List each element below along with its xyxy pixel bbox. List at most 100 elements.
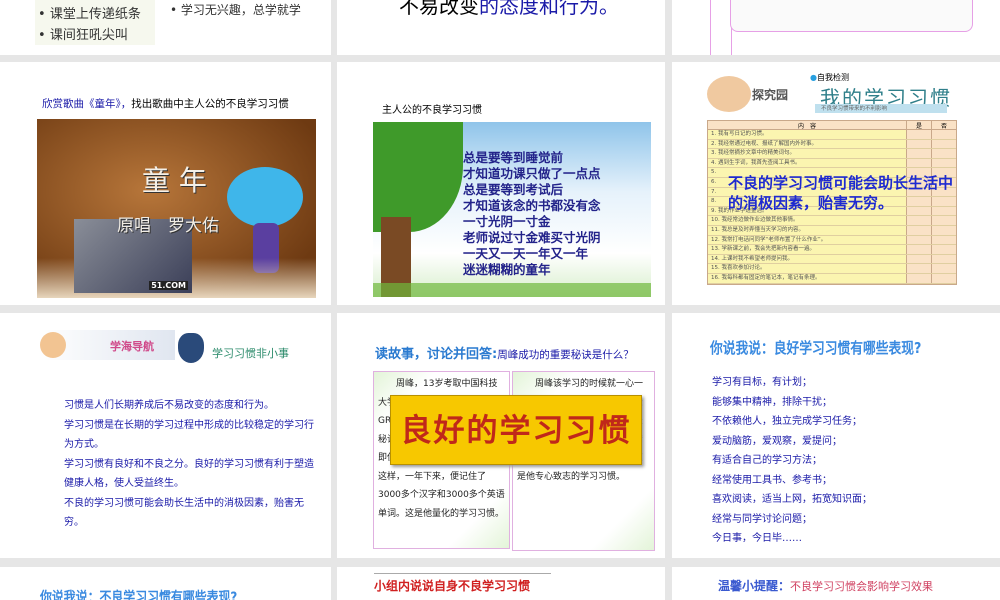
cell-no[interactable] bbox=[931, 139, 956, 149]
slide-title: 欣赏歌曲《童年》，找出歌曲中主人公的不良学习习惯 bbox=[42, 96, 289, 111]
cell-yes[interactable] bbox=[906, 149, 931, 158]
slide-thumbnail[interactable]: 你说我说：不良学习习惯有哪些表现? bbox=[0, 567, 331, 600]
slide-thumbnail[interactable]: • 课堂上传递纸条 • 课间狂吼尖叫 • 学习无兴趣，总学就学 bbox=[0, 0, 331, 55]
cell-yes[interactable] bbox=[906, 158, 931, 168]
title-black: 找出歌曲中主人公的不良学习习惯 bbox=[131, 98, 289, 110]
header-content: 内 容 bbox=[797, 123, 816, 130]
row-content: 2. 我经常通过电视、报纸了解国内外时事。 bbox=[711, 140, 817, 147]
text-blue: 的态度和行为。 bbox=[479, 0, 619, 18]
cell-no[interactable] bbox=[931, 158, 956, 168]
lyric-line: 才知道功课只做了一点点 bbox=[463, 166, 601, 181]
row-content: 16. 我每科都有固定的笔记本，笔记有条理。 bbox=[711, 274, 821, 281]
header-yes: 是 bbox=[906, 121, 931, 130]
kids-illustration bbox=[40, 332, 66, 358]
text-black: 不易改变 bbox=[399, 0, 479, 18]
row-content: 1. 我有写日记的习惯。 bbox=[711, 131, 768, 137]
slide-title: 读故事，讨论并回答:周峰成功的重要秘诀是什么？ bbox=[375, 343, 634, 362]
habit-item: 爱动脑筋，爱观察，爱提问； bbox=[712, 435, 842, 447]
habit-item: 经常与同学讨论问题； bbox=[712, 513, 812, 525]
subtitle: 不良学习惯带来的不利影响 bbox=[815, 104, 947, 113]
bullet-item: • 课间狂吼尖叫 bbox=[38, 28, 128, 43]
cell-yes[interactable] bbox=[906, 273, 931, 283]
slide-thumbnail[interactable]: 小组内说说自身不良学习习惯 bbox=[337, 567, 665, 600]
cell-no[interactable] bbox=[931, 149, 956, 158]
lyric-line: 老师说过寸金难买寸光阴 bbox=[463, 230, 601, 245]
table-row: 16. 我每科都有固定的笔记本，笔记有条理。 bbox=[708, 273, 956, 284]
video-singer: 原唱 罗大佑 bbox=[117, 216, 219, 236]
slide-thumbnail[interactable]: 学海导航 学习习惯非小事 习惯是人们长期养成后不易改变的态度和行为。 学习习惯是… bbox=[0, 313, 331, 558]
cell-yes[interactable] bbox=[906, 216, 931, 225]
cell-yes[interactable] bbox=[906, 264, 931, 273]
table-row: 10. 我经常边做作业边做其他事情。 bbox=[708, 216, 956, 226]
lyric-line: 迷迷糊糊的童年 bbox=[463, 262, 551, 277]
cell-no[interactable] bbox=[931, 254, 956, 264]
paragraph: 不良的学习习惯可能会助长生活中的消极因素，贻害无穷。 bbox=[64, 497, 304, 529]
habit-item: 能够集中精神，排除干扰； bbox=[712, 396, 832, 408]
cell-no[interactable] bbox=[931, 130, 956, 139]
slide-text: 不易改变的态度和行为。 bbox=[399, 0, 619, 19]
cell-yes[interactable] bbox=[906, 130, 931, 139]
slide-thumbnail[interactable]: 主人公的不良学习习惯 总是要等到睡觉前 才知道功课只做了一点点 总是要等到考试后… bbox=[337, 62, 665, 305]
cell-no[interactable] bbox=[931, 235, 956, 245]
cell-no[interactable] bbox=[931, 273, 956, 283]
watermark: 51.COM bbox=[149, 281, 188, 290]
bullet-text: 课堂上传递纸条 bbox=[49, 7, 141, 22]
lyric-line: 才知道该念的书都没有念 bbox=[463, 198, 601, 213]
grass bbox=[373, 283, 651, 297]
cell-yes[interactable] bbox=[906, 139, 931, 149]
slide-thumbnail[interactable]: 欣赏歌曲《童年》，找出歌曲中主人公的不良学习习惯 童 年 51.COM 原唱 罗… bbox=[0, 62, 331, 305]
nav-label: 学海导航 bbox=[110, 340, 154, 353]
scroll-banner bbox=[730, 0, 973, 32]
row-content: 4. 遇到生字词，我首先查阅工具书。 bbox=[711, 159, 801, 166]
tip-text: 不良学习习惯会影响学习效果 bbox=[790, 580, 934, 593]
slide-thumbnail[interactable]: 探究园 ●自我检测 我的学习习惯 不良学习惯带来的不利影响 内 容 是 否 1.… bbox=[672, 62, 1000, 305]
habit-list: 学习有目标，有计划； 能够集中精神，排除干扰； 不依赖他人，独立完成学习任务； … bbox=[712, 373, 872, 549]
slide-thumbnail[interactable]: 读故事，讨论并回答:周峰成功的重要秘诀是什么？ 周峰，13岁考取中国科技大学少年… bbox=[337, 313, 665, 558]
slide-thumbnail[interactable]: 温馨小提醒：不良学习习惯会影响学习效果 bbox=[672, 567, 1000, 600]
bullet-text: 课间狂吼尖叫 bbox=[49, 28, 128, 43]
habit-item: 不依赖他人，独立完成学习任务； bbox=[712, 416, 862, 427]
lyric-line: 总是要等到考试后 bbox=[463, 182, 564, 197]
cell-no[interactable] bbox=[931, 225, 956, 235]
slide-title: 温馨小提醒：不良学习习惯会影响学习效果 bbox=[718, 577, 933, 595]
paragraph: 学习习惯是在长期的学习过程中形成的比较稳定的学习行为方式。 bbox=[64, 419, 314, 451]
section-label: 探究园 bbox=[752, 88, 789, 102]
lyric-line: 一天又一天一年又一年 bbox=[463, 246, 589, 261]
divider bbox=[374, 573, 551, 574]
habit-item: 喜欢阅读，适当上网，拓宽知识面； bbox=[712, 494, 872, 505]
tag-text: 自我检测 bbox=[816, 73, 849, 82]
lyrics: 总是要等到睡觉前 才知道功课只做了一点点 总是要等到考试后 才知道该念的书都没有… bbox=[463, 150, 601, 278]
habit-item: 经常使用工具书、参考书； bbox=[712, 474, 832, 486]
overlay-text: 不良的学习习惯可能会助长生活中的消极因素，贻害无穷。 bbox=[728, 174, 954, 212]
flower-vase-icon bbox=[178, 333, 204, 363]
habit-item: 有适合自己的学习方法； bbox=[712, 455, 822, 466]
cell-yes[interactable] bbox=[906, 245, 931, 254]
table-row: 15. 我喜欢参加讨论。 bbox=[708, 264, 956, 274]
table-row: 13. 学新课之前，我会先把新内容看一遍。 bbox=[708, 245, 956, 255]
table-row: 14. 上课时我不希望老师提问我。 bbox=[708, 254, 956, 265]
slide-thumbnail[interactable]: 你说我说：良好学习习惯有哪些表现? 学习有目标，有计划； 能够集中精神，排除干扰… bbox=[672, 313, 1000, 558]
slide-thumbnail[interactable] bbox=[672, 0, 1000, 55]
cell-yes[interactable] bbox=[906, 254, 931, 264]
habit-item: 今日事，今日毕…… bbox=[712, 533, 802, 544]
slide-title: 你说我说：良好学习习惯有哪些表现? bbox=[710, 339, 922, 357]
row-content: 15. 我喜欢参加讨论。 bbox=[711, 265, 766, 272]
lyric-line: 总是要等到睡觉前 bbox=[463, 150, 564, 165]
habit-item: 学习有目标，有计划； bbox=[712, 377, 812, 388]
video-frame[interactable]: 童 年 51.COM 原唱 罗大佑 bbox=[37, 119, 316, 298]
cell-no[interactable] bbox=[931, 245, 956, 254]
cell-no[interactable] bbox=[931, 264, 956, 273]
scroll-shape bbox=[710, 0, 732, 55]
slide-thumbnail[interactable]: 不易改变的态度和行为。 bbox=[337, 0, 665, 55]
slide-title: 主人公的不良学习习惯 bbox=[382, 105, 482, 116]
header-no: 否 bbox=[931, 121, 956, 130]
title-blue: 欣赏歌曲《童年》， bbox=[42, 98, 132, 110]
cell-no[interactable] bbox=[931, 216, 956, 225]
cell-yes[interactable] bbox=[906, 235, 931, 245]
row-content: 14. 上课时我不希望老师提问我。 bbox=[711, 255, 793, 262]
paragraphs: 习惯是人们长期养成后不易改变的态度和行为。 学习习惯是在长期的学习过程中形成的比… bbox=[64, 396, 319, 533]
cell-yes[interactable] bbox=[906, 225, 931, 235]
table-row: 12. 我常打电话问同学“老师布置了什么作业”。 bbox=[708, 235, 956, 246]
banner: 良好的学习习惯 bbox=[390, 395, 642, 465]
table-row: 4. 遇到生字词，我首先查阅工具书。 bbox=[708, 158, 956, 169]
